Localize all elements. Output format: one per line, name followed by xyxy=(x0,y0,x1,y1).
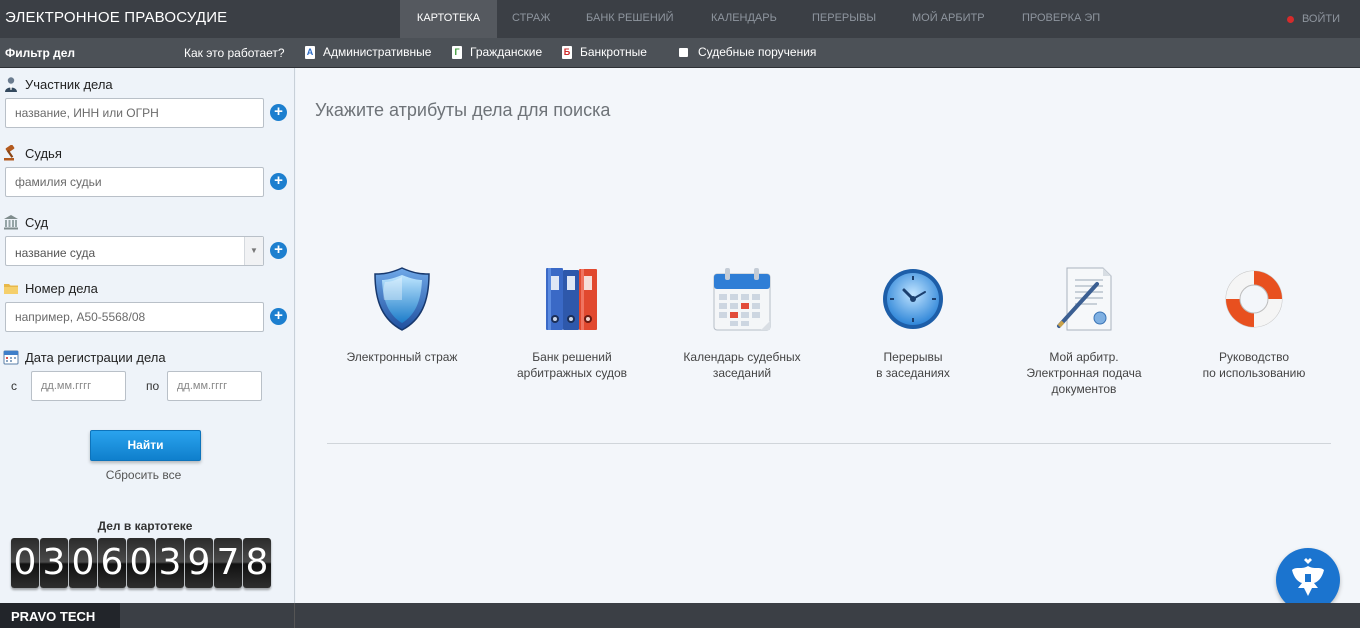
date-to-input[interactable] xyxy=(167,371,262,401)
top-nav: КАРТОТЕКА СТРАЖ БАНК РЕШЕНИЙ КАЛЕНДАРЬ П… xyxy=(400,0,1122,38)
gavel-icon xyxy=(4,145,15,161)
site-title[interactable]: ЭЛЕКТРОННОЕ ПРАВОСУДИЕ xyxy=(5,9,227,26)
service-caption: Мой арбитр. Электронная подача документов xyxy=(1026,350,1142,396)
nav-tab-kartoteka[interactable]: КАРТОТЕКА xyxy=(400,0,497,38)
date-to-label: по xyxy=(146,379,160,393)
person-icon xyxy=(5,77,17,92)
page-headline: Укажите атрибуты дела для поиска xyxy=(315,100,611,120)
counter-digit: 9 xyxy=(185,538,213,588)
service-caption: Руководство по использованию xyxy=(1202,350,1306,380)
courthouse-icon xyxy=(4,215,18,230)
service-decisions-bank[interactable]: Банк решений арбитражных судов xyxy=(487,266,657,381)
civil-badge-icon: Г xyxy=(452,45,462,59)
how-it-works-link[interactable]: Как это работает? xyxy=(184,46,285,60)
service-hearing-breaks[interactable]: Перерывы в заседаниях xyxy=(828,266,998,381)
bottom-bar: PRAVO TECH xyxy=(0,603,1360,628)
service-caption: Календарь судебных заседаний xyxy=(683,350,801,380)
judge-label: Судья xyxy=(3,145,62,161)
service-electronic-guard[interactable]: Электронный страж xyxy=(317,266,487,365)
filter-type-bankruptcy[interactable]: Б Банкротные xyxy=(562,45,647,59)
nav-tab-check-signature[interactable]: ПРОВЕРКА ЭП xyxy=(1022,0,1122,38)
login-link[interactable]: ВОЙТИ xyxy=(1286,0,1340,38)
counter-digit: 0 xyxy=(127,538,155,588)
lifebuoy-icon xyxy=(1225,270,1283,328)
nav-tab-my-arbiter[interactable]: МОЙ АРБИТР xyxy=(912,0,1022,38)
pravo-tech-logo[interactable]: PRAVO TECH xyxy=(0,603,120,628)
case-count-title: Дел в картотеке xyxy=(97,519,193,533)
participant-label: Участник дела xyxy=(3,76,113,92)
counter-digit: 0 xyxy=(69,538,97,588)
find-button[interactable]: Найти xyxy=(90,430,201,461)
calendar-icon xyxy=(713,268,771,331)
filter-type-label: Гражданские xyxy=(470,45,543,59)
filter-type-court-orders[interactable]: Судебные поручения xyxy=(679,45,816,59)
counter-digit: 7 xyxy=(214,538,242,588)
chevron-down-icon[interactable]: ▼ xyxy=(244,237,263,265)
case-number-input[interactable] xyxy=(5,302,264,332)
service-user-guide[interactable]: Руководство по использованию xyxy=(1169,266,1339,381)
bankruptcy-badge-icon: Б xyxy=(562,45,572,59)
calendar-small-icon xyxy=(3,350,19,365)
filter-type-civil[interactable]: Г Гражданские xyxy=(452,45,542,59)
content-divider xyxy=(327,443,1331,444)
counter-digit: 8 xyxy=(243,538,271,588)
login-label: ВОЙТИ xyxy=(1301,13,1340,25)
service-caption: Перерывы в заседаниях xyxy=(876,350,950,380)
clock-icon xyxy=(883,269,943,329)
service-hearings-calendar[interactable]: Календарь судебных заседаний xyxy=(657,266,827,381)
filter-type-label: Банкротные xyxy=(580,45,647,59)
date-from-input[interactable] xyxy=(31,371,126,401)
nav-tab-strazh[interactable]: СТРАЖ xyxy=(497,0,586,38)
case-counter: 0 3 0 6 0 3 9 7 8 xyxy=(11,538,272,588)
folder-icon xyxy=(4,284,18,294)
nav-tab-calendar[interactable]: КАЛЕНДАРЬ xyxy=(711,0,812,38)
filter-sidebar: Участник дела + Судья + Суд название суд… xyxy=(0,68,295,603)
court-select[interactable]: название суда ▼ xyxy=(5,236,264,266)
counter-digit: 6 xyxy=(98,538,126,588)
registration-date-label: Дата регистрации дела xyxy=(3,349,166,365)
bottom-divider xyxy=(294,603,295,628)
filter-bar: Фильтр дел Как это работает? А Администр… xyxy=(0,38,1360,68)
court-select-value: название суда xyxy=(15,246,96,260)
filter-type-label: Судебные поручения xyxy=(698,45,817,59)
binders-icon xyxy=(546,268,597,330)
nav-tab-breaks[interactable]: ПЕРЕРЫВЫ xyxy=(812,0,912,38)
document-pen-icon xyxy=(1057,267,1112,331)
shield-icon xyxy=(374,267,430,331)
administrative-badge-icon: А xyxy=(305,45,315,59)
add-participant-plus-icon[interactable]: + xyxy=(270,104,287,121)
add-court-plus-icon[interactable]: + xyxy=(270,242,287,259)
case-number-label: Номер дела xyxy=(3,280,98,296)
filter-title: Фильтр дел xyxy=(5,46,76,60)
date-from-label: с xyxy=(11,379,17,393)
participant-input[interactable] xyxy=(5,98,264,128)
court-label: Суд xyxy=(3,214,48,230)
counter-digit: 3 xyxy=(156,538,184,588)
add-judge-plus-icon[interactable]: + xyxy=(270,173,287,190)
counter-digit: 0 xyxy=(11,538,39,588)
filter-type-administrative[interactable]: А Административные xyxy=(305,45,431,59)
reset-all-link[interactable]: Сбросить все xyxy=(0,468,287,482)
filter-type-label: Административные xyxy=(323,45,432,59)
nav-tab-bank-decisions[interactable]: БАНК РЕШЕНИЙ xyxy=(586,0,711,38)
main-content: Укажите атрибуты дела для поиска Электро… xyxy=(296,68,1360,612)
add-case-number-plus-icon[interactable]: + xyxy=(270,308,287,325)
service-my-arbiter[interactable]: Мой арбитр. Электронная подача документов xyxy=(999,266,1169,397)
status-dot-icon xyxy=(1286,15,1294,23)
counter-digit: 3 xyxy=(40,538,68,588)
service-caption: Банк решений арбитражных судов xyxy=(516,350,628,380)
service-caption: Электронный страж xyxy=(346,350,458,364)
judge-input[interactable] xyxy=(5,167,264,197)
checkbox-icon xyxy=(679,47,688,57)
top-bar: ЭЛЕКТРОННОЕ ПРАВОСУДИЕ КАРТОТЕКА СТРАЖ Б… xyxy=(0,0,1360,38)
